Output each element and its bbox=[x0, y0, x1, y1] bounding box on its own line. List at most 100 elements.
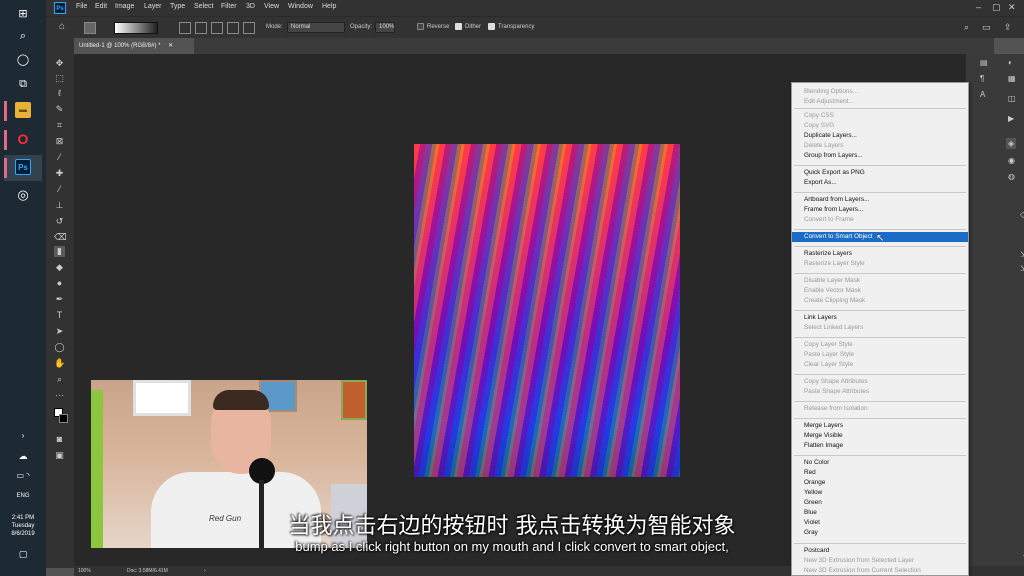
taskbar-file-explorer[interactable]: ▬ bbox=[4, 98, 42, 124]
menu-item-red[interactable]: Red bbox=[792, 468, 968, 478]
reflected-gradient-icon[interactable] bbox=[227, 22, 239, 34]
channels-icon[interactable]: ◉ bbox=[1008, 156, 1015, 165]
screen-mode-icon[interactable]: ▣ bbox=[54, 450, 65, 461]
dither-checkbox[interactable] bbox=[455, 23, 462, 30]
transparency-checkbox[interactable] bbox=[488, 23, 495, 30]
close-tab-icon[interactable]: ✕ bbox=[168, 43, 173, 49]
lasso-tool-icon[interactable]: ℓ bbox=[54, 88, 65, 99]
eraser-tool-icon[interactable]: ⌫ bbox=[54, 232, 67, 243]
share-icon[interactable]: ⇪ bbox=[1004, 22, 1012, 33]
menu-item-frame-from-layers[interactable]: Frame from Layers... bbox=[792, 205, 968, 215]
close-icon[interactable]: ✕ bbox=[1008, 2, 1016, 13]
zoom-level[interactable]: 100% bbox=[78, 566, 91, 576]
opacity-input[interactable]: 100% bbox=[375, 22, 395, 33]
learn-icon[interactable]: ◫ bbox=[1008, 94, 1016, 103]
menu-item-quick-export-as-png[interactable]: Quick Export as PNG bbox=[792, 168, 968, 178]
menu-item-link-layers[interactable]: Link Layers bbox=[792, 313, 968, 323]
panel-collapse-icon[interactable]: ⇲ bbox=[1020, 250, 1024, 259]
menu-item-orange[interactable]: Orange bbox=[792, 478, 968, 488]
stamp-tool-icon[interactable]: ⊥ bbox=[54, 200, 65, 211]
character-icon[interactable]: A bbox=[980, 90, 985, 99]
document-tab[interactable]: Untitled-1 @ 100% (RGB/8#) * ✕ bbox=[74, 38, 194, 54]
menu-item-merge-layers[interactable]: Merge Layers bbox=[792, 421, 968, 431]
eyedropper-tool-icon[interactable]: ⁄ bbox=[54, 152, 65, 163]
path-selection-tool-icon[interactable]: ➤ bbox=[54, 326, 65, 337]
panel-expand-icon[interactable]: ⇲ bbox=[1020, 264, 1024, 273]
crop-tool-icon[interactable]: ⌗ bbox=[54, 120, 65, 131]
quick-select-tool-icon[interactable]: ✎ bbox=[54, 104, 65, 115]
search-icon[interactable]: ⌕ bbox=[964, 22, 969, 33]
menu-view[interactable]: View bbox=[264, 3, 279, 10]
paragraph-icon[interactable]: ¶ bbox=[980, 74, 984, 83]
menu-select[interactable]: Select bbox=[194, 3, 213, 10]
minimize-icon[interactable]: – bbox=[976, 2, 981, 12]
language-indicator[interactable]: ENG bbox=[0, 492, 46, 500]
mode-select[interactable]: Normal bbox=[287, 22, 345, 33]
menu-item-group-from-layers[interactable]: Group from Layers... bbox=[792, 151, 968, 161]
menu-item-flatten-image[interactable]: Flatten Image bbox=[792, 441, 968, 451]
menu-3d[interactable]: 3D bbox=[246, 3, 255, 10]
brush-tool-icon[interactable]: ⁄ bbox=[54, 184, 65, 195]
blur-tool-icon[interactable]: ◆ bbox=[54, 262, 65, 273]
marquee-tool-icon[interactable]: ⬚ bbox=[54, 73, 65, 84]
menu-item-yellow[interactable]: Yellow bbox=[792, 488, 968, 498]
task-view-icon[interactable]: ⧉ bbox=[13, 74, 33, 94]
onedrive-icon[interactable]: ☁ bbox=[0, 452, 46, 461]
tool-preset-icon[interactable] bbox=[84, 22, 96, 34]
move-tool-icon[interactable]: ✥ bbox=[54, 58, 65, 69]
menu-help[interactable]: Help bbox=[322, 3, 336, 10]
menu-item-export-as[interactable]: Export As... bbox=[792, 178, 968, 188]
menu-item-no-color[interactable]: No Color bbox=[792, 458, 968, 468]
background-color-swatch[interactable] bbox=[59, 414, 68, 423]
home-icon[interactable]: ⌂ bbox=[59, 21, 65, 32]
healing-brush-tool-icon[interactable]: ✚ bbox=[54, 168, 65, 179]
history-brush-tool-icon[interactable]: ↺ bbox=[54, 216, 65, 227]
menu-edit[interactable]: Edit bbox=[95, 3, 107, 10]
quick-mask-icon[interactable]: ◙ bbox=[54, 434, 65, 445]
menu-filter[interactable]: Filter bbox=[221, 3, 237, 10]
menu-item-duplicate-layers[interactable]: Duplicate Layers... bbox=[792, 131, 968, 141]
pen-tool-icon[interactable]: ✒ bbox=[54, 294, 65, 305]
menu-item-rasterize-layers[interactable]: Rasterize Layers bbox=[792, 249, 968, 259]
cortana-icon[interactable]: ◯ bbox=[13, 50, 33, 70]
menu-item-green[interactable]: Green bbox=[792, 498, 968, 508]
menu-item-merge-visible[interactable]: Merge Visible bbox=[792, 431, 968, 441]
type-tool-icon[interactable]: T bbox=[54, 310, 65, 321]
hand-tool-icon[interactable]: ✋ bbox=[54, 358, 65, 369]
gradient-swatch[interactable] bbox=[114, 22, 158, 34]
menu-window[interactable]: Window bbox=[288, 3, 313, 10]
menu-image[interactable]: Image bbox=[115, 3, 134, 10]
shape-tool-icon[interactable]: ◯ bbox=[54, 342, 65, 353]
menu-file[interactable]: File bbox=[76, 3, 87, 10]
dodge-tool-icon[interactable]: ● bbox=[54, 278, 65, 289]
linear-gradient-icon[interactable] bbox=[179, 22, 191, 34]
swatches-icon[interactable]: ▦ bbox=[1008, 74, 1016, 83]
gradient-tool-icon[interactable]: ▮ bbox=[54, 246, 65, 257]
workspace-icon[interactable]: ▭ bbox=[982, 22, 991, 33]
battery-wifi-icon[interactable]: ▭ ◝ bbox=[0, 472, 46, 480]
menu-type[interactable]: Type bbox=[170, 3, 185, 10]
menu-item-artboard-from-layers[interactable]: Artboard from Layers... bbox=[792, 195, 968, 205]
taskbar-obs[interactable]: ◎ bbox=[4, 183, 42, 209]
fill-lock-icon[interactable]: ◇ bbox=[1020, 210, 1024, 219]
angle-gradient-icon[interactable] bbox=[211, 22, 223, 34]
maximize-icon[interactable]: ▢ bbox=[992, 2, 1001, 13]
color-icon[interactable]: ◐ bbox=[1008, 58, 1013, 67]
show-hidden-icons-chevron-icon[interactable]: › bbox=[0, 432, 46, 440]
more-tools-icon[interactable]: … bbox=[54, 388, 65, 399]
menu-layer[interactable]: Layer bbox=[144, 3, 162, 10]
taskbar-opera[interactable]: O bbox=[4, 127, 42, 153]
paths-icon[interactable]: ◍ bbox=[1008, 172, 1015, 181]
search-icon[interactable]: ⌕ bbox=[13, 26, 33, 46]
properties-icon[interactable]: ▤ bbox=[980, 58, 988, 67]
zoom-tool-icon[interactable]: ⌕ bbox=[54, 374, 65, 385]
windows-start-icon[interactable]: ⊞ bbox=[13, 4, 33, 24]
taskbar-photoshop[interactable]: Ps bbox=[4, 155, 42, 181]
diamond-gradient-icon[interactable] bbox=[243, 22, 255, 34]
fluid-art-canvas[interactable] bbox=[414, 144, 680, 477]
status-arrow-icon[interactable]: › bbox=[204, 566, 206, 576]
frame-tool-icon[interactable]: ⊠ bbox=[54, 136, 65, 147]
layers-icon[interactable]: ◈ bbox=[1006, 138, 1017, 149]
play-icon[interactable]: ▶ bbox=[1008, 114, 1014, 123]
radial-gradient-icon[interactable] bbox=[195, 22, 207, 34]
